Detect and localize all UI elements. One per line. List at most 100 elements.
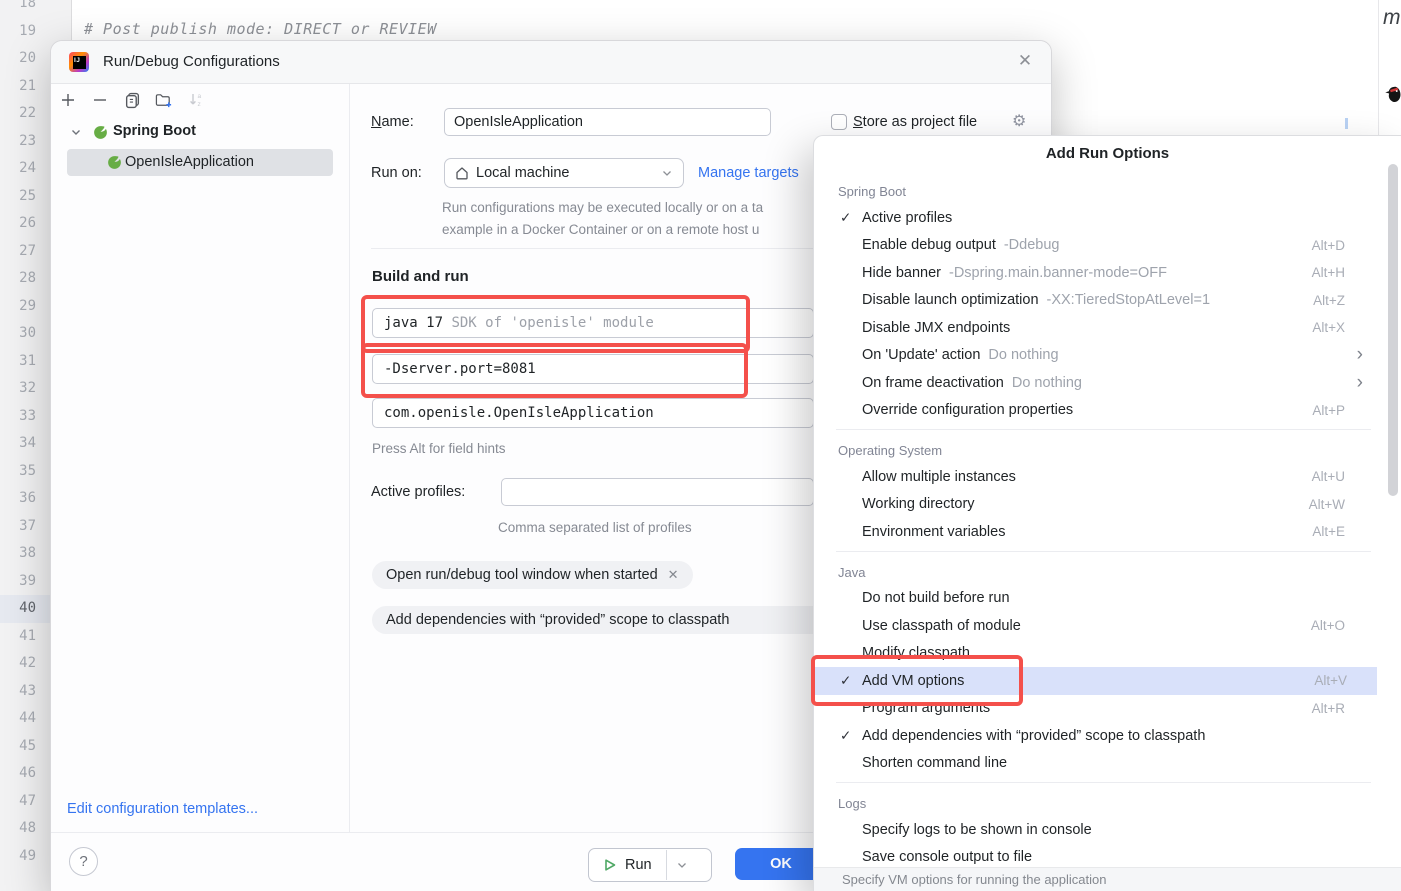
active-profiles-input[interactable] <box>501 478 814 506</box>
menu-item-on-frame-deactivation[interactable]: On frame deactivationDo nothing› <box>814 369 1375 397</box>
edit-configuration-templates-link[interactable]: Edit configuration templates... <box>67 801 258 817</box>
menu-separator <box>836 429 1371 430</box>
menu-item-use-classpath-of-module[interactable]: Use classpath of moduleAlt+O <box>814 612 1375 640</box>
menu-item-do-not-build-before-run[interactable]: Do not build before run <box>814 585 1375 613</box>
menu-item-label: Hide banner <box>862 265 941 281</box>
menu-item-label: Shorten command line <box>862 755 1007 771</box>
line-number: 18 <box>0 0 36 18</box>
line-number: 43 <box>0 678 36 706</box>
editor-right-text: m <box>1383 6 1401 30</box>
dialog-titlebar: IJ Run/Debug Configurations ✕ <box>51 41 1051 84</box>
field-hints-text: Press Alt for field hints <box>372 441 506 456</box>
menu-item-environment-variables[interactable]: Environment variablesAlt+E <box>814 518 1375 546</box>
menu-item-add-dependencies-with-provided-scope-to-classpath[interactable]: ✓Add dependencies with “provided” scope … <box>814 722 1375 750</box>
copy-configuration-button[interactable] <box>123 91 141 109</box>
name-label: Name: <box>371 108 414 136</box>
add-configuration-button[interactable] <box>59 91 77 109</box>
menu-item-shortcut: Alt+D <box>1312 238 1345 253</box>
screen: 1819202122232425262728293031323334353637… <box>0 0 1401 891</box>
store-as-project-file-checkbox[interactable] <box>831 114 847 130</box>
run-on-select[interactable]: Local machine <box>444 158 684 188</box>
menu-item-program-arguments[interactable]: Program argumentsAlt+R <box>814 695 1375 723</box>
menu-item-override-configuration-properties[interactable]: Override configuration propertiesAlt+P <box>814 397 1375 425</box>
menu-item-label: Active profiles <box>862 210 952 226</box>
gear-icon[interactable]: ⚙ <box>1012 108 1026 136</box>
menu-item-active-profiles[interactable]: ✓Active profiles <box>814 204 1375 232</box>
line-number: 49 <box>0 843 36 871</box>
menu-item-shortcut: Alt+Z <box>1313 293 1345 308</box>
menu-item-disable-jmx-endpoints[interactable]: Disable JMX endpointsAlt+X <box>814 314 1375 342</box>
menu-item-hint: -Ddebug <box>1004 237 1060 253</box>
menu-item-label: Specify logs to be shown in console <box>862 822 1092 838</box>
menu-item-shortcut: Alt+X <box>1312 320 1345 335</box>
menu-item-hint: -XX:TieredStopAtLevel=1 <box>1047 292 1211 308</box>
line-number: 36 <box>0 485 36 513</box>
main-class-field[interactable]: com.openisle.OpenIsleApplication <box>372 398 814 428</box>
line-number: 23 <box>0 128 36 156</box>
jdk-field-hint: SDK of 'openisle' module <box>451 315 653 331</box>
close-icon[interactable]: ✕ <box>1015 51 1035 71</box>
line-number: 40 <box>0 595 36 623</box>
menu-item-shortcut: Alt+H <box>1312 265 1345 280</box>
run-on-value: Local machine <box>476 165 570 181</box>
tree-item-openisleapplication[interactable]: OpenIsleApplication <box>125 154 254 170</box>
spring-boot-icon <box>93 125 108 140</box>
menu-item-modify-classpath[interactable]: Modify classpath <box>814 640 1375 668</box>
new-folder-button[interactable] <box>155 91 173 109</box>
menu-item-allow-multiple-instances[interactable]: Allow multiple instancesAlt+U <box>814 463 1375 491</box>
menu-item-shortcut: Alt+E <box>1312 524 1345 539</box>
tag-open-tool-window: Open run/debug tool window when started … <box>372 561 693 589</box>
vm-options-field[interactable]: -Dserver.port=8081 <box>372 354 814 384</box>
menu-item-disable-launch-optimization[interactable]: Disable launch optimization-XX:TieredSto… <box>814 287 1375 315</box>
menu-item-enable-debug-output[interactable]: Enable debug output-DdebugAlt+D <box>814 232 1375 260</box>
run-button-label: Run <box>625 857 652 873</box>
tree-item-spring-boot[interactable]: Spring Boot <box>113 123 196 139</box>
run-on-description-line2: example in a Docker Container or on a re… <box>442 219 759 241</box>
check-icon: ✓ <box>840 210 862 226</box>
manage-targets-link[interactable]: Manage targets <box>698 158 799 188</box>
menu-item-shortcut: Alt+U <box>1312 469 1345 484</box>
line-number: 31 <box>0 348 36 376</box>
menu-item-label: Use classpath of module <box>862 618 1021 634</box>
check-icon: ✓ <box>840 673 862 689</box>
home-icon <box>455 166 469 180</box>
jdk-field[interactable]: java 17 SDK of 'openisle' module <box>372 308 814 338</box>
menu-item-hide-banner[interactable]: Hide banner-Dspring.main.banner-mode=OFF… <box>814 259 1375 287</box>
help-button[interactable]: ? <box>69 847 98 876</box>
menu-item-shortcut: Alt+P <box>1312 403 1345 418</box>
menu-item-label: Working directory <box>862 496 975 512</box>
menu-item-shorten-command-line[interactable]: Shorten command line <box>814 750 1375 778</box>
menu-section-spring-boot: Spring Boot <box>814 176 1401 204</box>
menu-item-specify-logs-to-be-shown-in-console[interactable]: Specify logs to be shown in console <box>814 816 1375 844</box>
remove-configuration-button[interactable] <box>91 91 109 109</box>
tag-provided-scope: Add dependencies with “provided” scope t… <box>372 606 814 634</box>
menu-item-label: Program arguments <box>862 700 990 716</box>
sort-configurations-button[interactable]: az <box>187 91 205 109</box>
line-number: 48 <box>0 815 36 843</box>
build-and-run-heading: Build and run <box>372 268 469 285</box>
menu-item-label: On frame deactivation <box>862 375 1004 391</box>
menu-item-shortcut: Alt+W <box>1309 497 1345 512</box>
menu-item-label: Add dependencies with “provided” scope t… <box>862 728 1205 744</box>
run-button[interactable]: Run <box>588 848 712 882</box>
name-input[interactable]: OpenIsleApplication <box>444 108 771 136</box>
menu-item-label: Do not build before run <box>862 590 1010 606</box>
line-number: 27 <box>0 238 36 266</box>
menu-item-label: On 'Update' action <box>862 347 980 363</box>
menu-item-label: Add VM options <box>862 673 964 689</box>
popup-scrollbar[interactable] <box>1388 164 1398 496</box>
line-number: 29 <box>0 293 36 321</box>
menu-item-add-vm-options[interactable]: ✓Add VM optionsAlt+V <box>814 667 1377 695</box>
menu-item-on-update-action[interactable]: On 'Update' actionDo nothing› <box>814 342 1375 370</box>
chevron-down-icon[interactable] <box>676 859 688 871</box>
popup-menu: Spring Boot✓Active profilesEnable debug … <box>814 176 1401 871</box>
menu-separator <box>836 782 1371 783</box>
active-profiles-hint: Comma separated list of profiles <box>498 520 692 535</box>
line-number: 46 <box>0 760 36 788</box>
dialog-title: Run/Debug Configurations <box>103 53 280 70</box>
play-icon <box>603 858 617 872</box>
line-number: 24 <box>0 155 36 183</box>
chevron-down-icon[interactable] <box>69 125 83 139</box>
close-icon[interactable]: ✕ <box>668 567 679 583</box>
menu-item-working-directory[interactable]: Working directory Alt+W <box>814 491 1375 519</box>
